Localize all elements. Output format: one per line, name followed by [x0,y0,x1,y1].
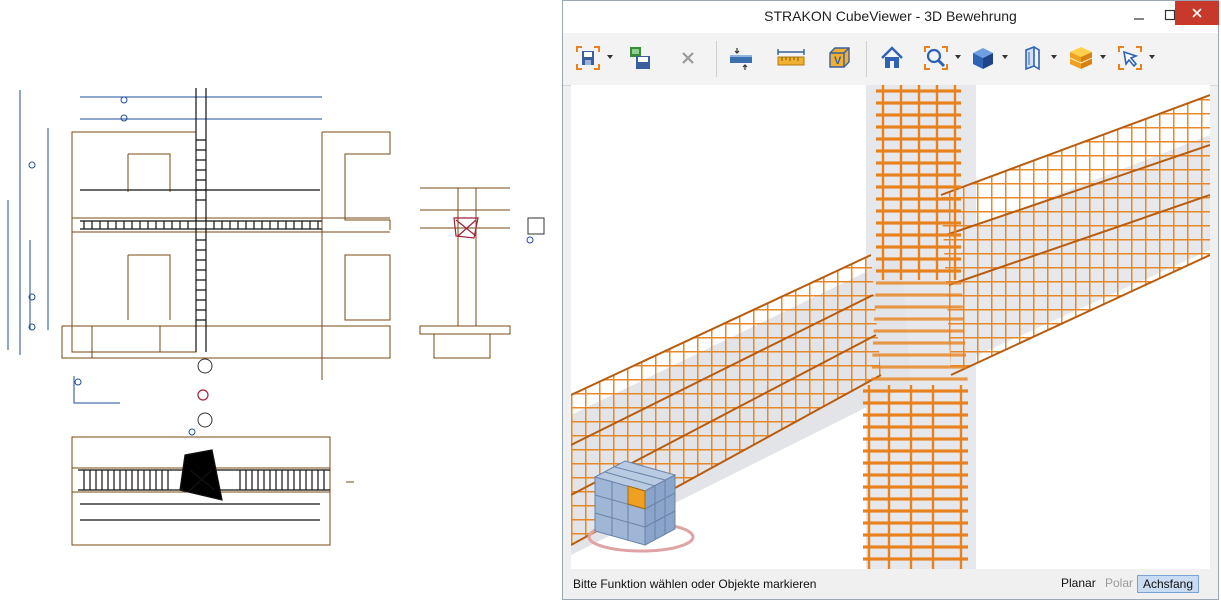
wall-inner-left [127,153,171,320]
toolbar-separator [716,41,717,77]
svg-text:V: V [834,55,842,67]
ruler-icon [777,49,805,66]
select-icon [1118,46,1142,70]
column-rebar [195,88,207,352]
planar-toggle[interactable]: Planar [1056,575,1101,593]
rebar-3d-model [571,85,1210,569]
slab-band [72,217,390,233]
measure-button[interactable] [776,43,806,73]
foundation [61,325,391,359]
cad-drawing [7,88,545,546]
select-button[interactable] [1115,43,1145,73]
status-bar: Bitte Funktion wählen oder Objekte marki… [563,571,1218,599]
save-button[interactable] [573,43,603,73]
section-icon [730,48,752,70]
layers-icon [1069,47,1093,69]
clipping-button[interactable] [1017,43,1047,73]
section-button[interactable] [726,43,756,73]
3d-viewport[interactable] [571,85,1210,569]
minimize-icon [1134,18,1144,20]
zoom-button[interactable] [921,43,951,73]
minimize-button[interactable] [1122,1,1156,29]
zoom-icon [924,46,948,70]
polar-toggle[interactable]: Polar [1100,575,1138,593]
column-cage-lower [863,385,968,569]
view-box-icon: V [829,47,850,68]
solid-icon [973,48,993,69]
column-stirrups [196,139,206,321]
export-button[interactable] [625,43,655,73]
delete-icon [682,52,694,64]
wall-outline-left [71,131,197,353]
window-title: STRAKON CubeViewer - 3D Bewehrung [764,8,1017,24]
close-button[interactable] [1175,1,1219,25]
joint-core [871,280,968,385]
save-icon [576,46,600,70]
title-bar: STRAKON CubeViewer - 3D Bewehrung [563,1,1219,33]
export-icon [630,47,650,69]
slab-rebar [80,220,322,230]
column-section [419,187,511,359]
dim-line-vert [7,90,120,404]
close-icon [1192,8,1202,18]
clipping-dropdown-icon[interactable] [1051,55,1058,61]
select-dropdown-icon[interactable] [1149,55,1156,61]
save-dropdown-icon[interactable] [607,55,614,61]
achsfang-toggle[interactable]: Achsfang [1137,575,1200,593]
clip-plane-icon [1025,45,1040,71]
home-icon [881,46,903,68]
delete-button[interactable] [673,43,703,73]
render-mode-button[interactable] [968,43,998,73]
layers-dropdown-icon[interactable] [1100,55,1107,61]
toolbar: V [563,33,1218,86]
cubeviewer-window: STRAKON CubeViewer - 3D Bewehrung V Bitt… [562,0,1219,600]
wall-outline-right [321,131,391,380]
status-message: Bitte Funktion wählen oder Objekte marki… [573,577,817,591]
toolbar-separator [866,41,867,77]
render-dropdown-icon[interactable] [1002,55,1009,61]
beam-cage-right [941,95,1210,375]
home-button[interactable] [877,43,907,73]
zoom-dropdown-icon[interactable] [955,55,962,61]
view-cube-button[interactable]: V [824,43,854,73]
layers-button[interactable] [1066,43,1096,73]
